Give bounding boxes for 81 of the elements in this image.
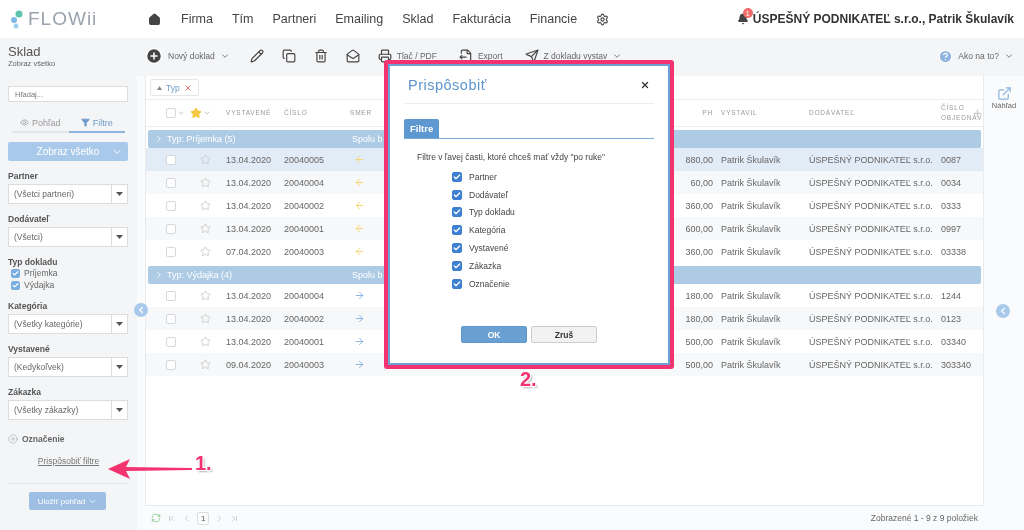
table-cell-text: 0087 bbox=[941, 154, 963, 165]
table-cell-text: Patrik Škulavík bbox=[720, 200, 782, 211]
table-cell-text: 20040004 bbox=[284, 290, 326, 301]
table-cell-text: 180,00 bbox=[684, 290, 713, 301]
dialog-text: Filtre v ľavej časti, ktoré chceš mať vždy "po ruke" bbox=[417, 152, 606, 162]
table-cell-text: 20040005 bbox=[284, 154, 326, 165]
group-title: Typ: Výdajka (4) bbox=[167, 270, 233, 280]
checkbox-label: Partner bbox=[469, 171, 497, 182]
table-cell-text: 500,00 bbox=[684, 359, 713, 370]
table-cell-text: 07.04.2020 bbox=[226, 246, 273, 257]
table-cell-text: 13.04.2020 bbox=[226, 290, 273, 301]
table-cell-text: 09.04.2020 bbox=[226, 359, 273, 370]
table-cell-text: 360,00 bbox=[684, 246, 713, 257]
filter-label: Zákazka bbox=[8, 387, 43, 397]
table-cell-text: 13.04.2020 bbox=[226, 177, 273, 188]
group-total: Spolu b bbox=[352, 134, 384, 144]
table-cell-text: 20040001 bbox=[284, 336, 326, 347]
table-cell-text: Patrik Škulavík bbox=[720, 359, 782, 370]
table-cell-text: 13.04.2020 bbox=[226, 154, 273, 165]
table-cell-text: 20040003 bbox=[284, 246, 326, 257]
checkbox-label: Kategória bbox=[469, 225, 506, 236]
checkbox-label: Typ dokladu bbox=[469, 207, 515, 218]
item-count: Zobrazené 1 - 9 z 9 položiek bbox=[870, 513, 978, 523]
checkbox-label: Označenie bbox=[469, 278, 510, 289]
table-cell-text: 20040002 bbox=[284, 313, 326, 324]
filter-label: Označenie bbox=[22, 434, 65, 444]
logo-text: FLOWii bbox=[28, 8, 98, 30]
table-cell-text: ÚSPEŠNÝ PODNIKATEĽ s.r.o. bbox=[808, 154, 934, 165]
table-cell-text: 20040001 bbox=[284, 223, 326, 234]
table-cell-text: ÚSPEŠNÝ PODNIKATEĽ s.r.o. bbox=[808, 359, 934, 370]
table-cell-text: 0034 bbox=[941, 177, 963, 188]
group-title: Typ: Príjemka (5) bbox=[167, 134, 236, 144]
table-cell-text: Patrik Škulavík bbox=[720, 154, 782, 165]
table-cell-text: 360,00 bbox=[684, 200, 713, 211]
table-cell-text: 880,00 bbox=[684, 154, 713, 165]
table-cell-text: 0997 bbox=[941, 223, 963, 234]
table-cell-text: ÚSPEŠNÝ PODNIKATEĽ s.r.o. bbox=[808, 200, 934, 211]
annotation-number: 1. bbox=[195, 452, 212, 475]
checkbox-label: Príjemka bbox=[24, 268, 58, 278]
table-cell-text: 60,00 bbox=[689, 177, 713, 188]
table-cell-text: 500,00 bbox=[684, 336, 713, 347]
table-cell-text: 0123 bbox=[941, 313, 963, 324]
group-total: Spolu b bbox=[352, 270, 384, 280]
table-cell-text: ÚSPEŠNÝ PODNIKATEĽ s.r.o. bbox=[808, 290, 934, 301]
checkbox-label: Zákazka bbox=[469, 260, 502, 271]
table-cell-text: 03338 bbox=[941, 246, 968, 257]
filter-label: Partner bbox=[8, 171, 39, 181]
table-cell-text: ÚSPEŠNÝ PODNIKATEĽ s.r.o. bbox=[808, 336, 934, 347]
table-cell-text: ÚSPEŠNÝ PODNIKATEĽ s.r.o. bbox=[808, 313, 934, 324]
table-cell-text: 0333 bbox=[941, 200, 963, 211]
table-cell-text: 03340 bbox=[941, 336, 968, 347]
table-cell-text: 13.04.2020 bbox=[226, 313, 273, 324]
table-cell-text: Patrik Škulavík bbox=[720, 177, 782, 188]
table-cell-text: 13.04.2020 bbox=[226, 200, 273, 211]
table-cell-text: 20040004 bbox=[284, 177, 326, 188]
filter-label: Vystavené bbox=[8, 344, 51, 354]
filter-label: Dodávateľ bbox=[8, 214, 51, 224]
table-cell-text: 1244 bbox=[941, 290, 963, 301]
table-cell-text: 13.04.2020 bbox=[226, 336, 273, 347]
page-title: Sklad bbox=[8, 44, 42, 59]
table-cell-text: Patrik Škulavík bbox=[720, 336, 782, 347]
table-cell-text: 20040003 bbox=[284, 359, 326, 370]
table-cell-text: Patrik Škulavík bbox=[720, 223, 782, 234]
checkbox-label: Vystavené bbox=[469, 243, 509, 254]
checkbox-label: Výdajka bbox=[24, 280, 55, 290]
table-cell-text: 20040002 bbox=[284, 200, 326, 211]
filter-label: Kategória bbox=[8, 301, 49, 311]
table-cell-text: 600,00 bbox=[684, 223, 713, 234]
table-cell-text: Patrik Škulavík bbox=[720, 290, 782, 301]
table-cell-text: ÚSPEŠNÝ PODNIKATEĽ s.r.o. bbox=[808, 223, 934, 234]
table-cell-text: Patrik Škulavík bbox=[720, 246, 782, 257]
table-cell-text: 303340 bbox=[941, 359, 973, 370]
checkbox-label: Dodávateľ bbox=[469, 189, 508, 200]
table-cell-text: 180,00 bbox=[684, 313, 713, 324]
table-cell-text: 13.04.2020 bbox=[226, 223, 273, 234]
filter-label: Typ dokladu bbox=[8, 257, 59, 267]
annotation-number: 2. bbox=[520, 368, 537, 391]
table-cell-text: ÚSPEŠNÝ PODNIKATEĽ s.r.o. bbox=[808, 177, 934, 188]
table-cell-text: Patrik Škulavík bbox=[720, 313, 782, 324]
dialog-title: Prispôsobiť bbox=[408, 76, 487, 93]
table-cell-text: ÚSPEŠNÝ PODNIKATEĽ s.r.o. bbox=[808, 246, 934, 257]
